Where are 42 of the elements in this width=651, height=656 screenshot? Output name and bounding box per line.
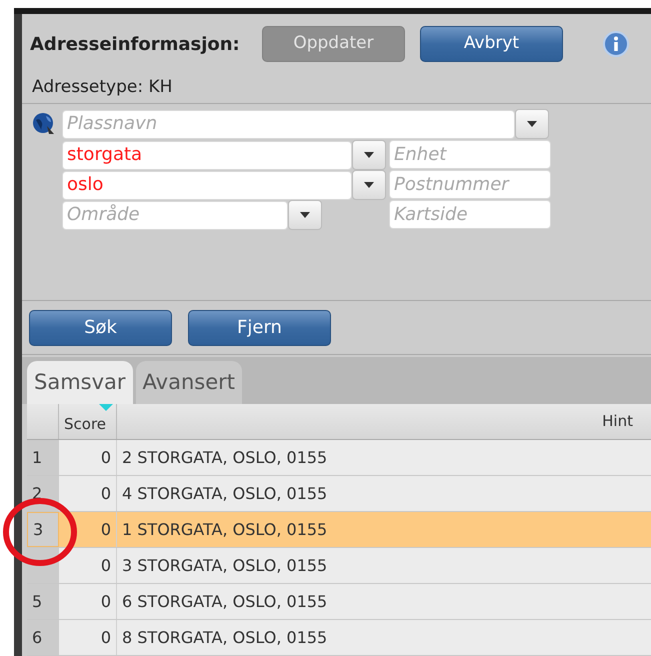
- text-field[interactable]: storgata: [62, 140, 352, 170]
- caret-icon: [364, 152, 374, 158]
- score-cell-text: 0: [100, 446, 111, 468]
- row-number: 6: [32, 626, 42, 648]
- dropdown-button[interactable]: [288, 200, 322, 230]
- panel-title: Adresseinformasjon:: [30, 32, 241, 56]
- table-row[interactable]: 6 0 8 STORGATA, OSLO, 0155: [27, 620, 651, 656]
- score-cell-text: 0: [100, 590, 111, 612]
- hint-cell-text: 2 STORGATA, OSLO, 0155: [122, 446, 328, 468]
- dropdown-button[interactable]: [515, 109, 549, 139]
- score-cell-text: 0: [100, 482, 111, 504]
- row-number: 5: [32, 590, 42, 612]
- address-type-label: Adressetype: KH: [32, 76, 172, 99]
- row-number: 3: [33, 518, 44, 540]
- hint-cell-text: 3 STORGATA, OSLO, 0155: [122, 554, 328, 576]
- tab[interactable]: Samsvar: [27, 361, 133, 404]
- caret-icon: [527, 121, 537, 127]
- caret-icon: [300, 212, 310, 218]
- dropdown-button[interactable]: [352, 170, 386, 200]
- score-cell-text: 0: [100, 518, 111, 540]
- text-field[interactable]: oslo: [62, 170, 352, 200]
- dropdown-button[interactable]: [352, 140, 386, 170]
- table-row[interactable]: 0 3 STORGATA, OSLO, 0155: [27, 548, 651, 584]
- action-button[interactable]: Fjern: [188, 310, 331, 346]
- table-row[interactable]: 3 0 1 STORGATA, OSLO, 0155: [27, 512, 651, 548]
- table-row[interactable]: 5 0 6 STORGATA, OSLO, 0155: [27, 584, 651, 620]
- table-row[interactable]: 1 0 2 STORGATA, OSLO, 0155: [27, 440, 651, 476]
- score-cell-text: 0: [100, 626, 111, 648]
- column-header[interactable]: Score: [64, 412, 106, 435]
- caret-icon: [364, 182, 374, 188]
- hint-cell-text: 4 STORGATA, OSLO, 0155: [122, 482, 328, 504]
- hint-cell-text: 6 STORGATA, OSLO, 0155: [122, 590, 328, 612]
- info-icon[interactable]: [603, 31, 629, 57]
- column-header[interactable]: Hint: [602, 410, 633, 433]
- action-button[interactable]: Avbryt: [420, 26, 563, 62]
- score-cell-text: 0: [100, 554, 111, 576]
- tab[interactable]: Avansert: [136, 361, 242, 404]
- row-number: 1: [32, 446, 42, 468]
- action-button[interactable]: Søk: [29, 310, 172, 346]
- hint-cell-text: 8 STORGATA, OSLO, 0155: [122, 626, 328, 648]
- globe-icon: [32, 112, 56, 136]
- hint-cell-text: 1 STORGATA, OSLO, 0155: [122, 518, 328, 540]
